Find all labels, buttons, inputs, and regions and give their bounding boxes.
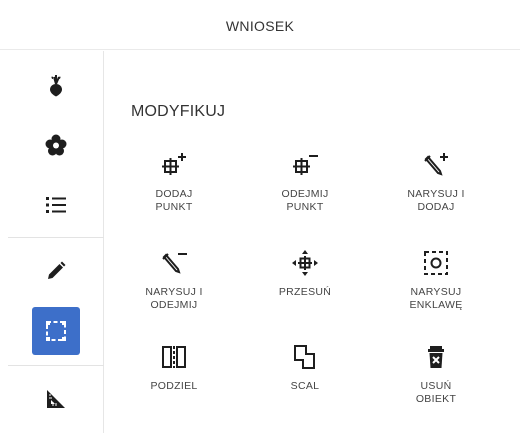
- select-area-icon: [46, 321, 66, 341]
- sidebar-item-beet[interactable]: [32, 61, 80, 109]
- tool-label: ODEJMIJ PUNKT: [281, 188, 329, 213]
- move-icon: [292, 250, 318, 276]
- modify-panel: MODYFIKUJ DODAJ PUNKT ODEJMIJ PUNKT NARY…: [104, 51, 520, 433]
- split-button[interactable]: PODZIEL: [119, 343, 229, 413]
- draw-subtract-icon: [162, 253, 187, 274]
- add-point-icon: [162, 153, 186, 175]
- delete-icon: [428, 346, 444, 368]
- draw-enclave-button[interactable]: NARYSUJ ENKLAWĘ: [381, 249, 491, 319]
- sidebar: [0, 51, 104, 433]
- delete-object-button[interactable]: USUŃ OBIEKT: [381, 343, 491, 413]
- page-title: WNIOSEK: [225, 17, 295, 34]
- split-icon: [162, 346, 186, 368]
- sidebar-item-flower[interactable]: [32, 121, 80, 169]
- pencil-icon: [48, 261, 66, 279]
- sidebar-item-list[interactable]: [32, 181, 80, 229]
- measure-icon: [47, 390, 65, 408]
- enclave-icon: [424, 251, 448, 275]
- sidebar-divider: [8, 237, 104, 238]
- tool-label: PODZIEL: [150, 380, 198, 392]
- draw-subtract-button[interactable]: NARYSUJ I ODEJMIJ: [119, 249, 229, 319]
- move-button[interactable]: PRZESUŃ: [250, 249, 360, 319]
- add-point-button[interactable]: DODAJ PUNKT: [119, 151, 229, 221]
- tool-label: NARYSUJ ENKLAWĘ: [409, 286, 463, 311]
- draw-add-button[interactable]: NARYSUJ I DODAJ: [381, 151, 491, 221]
- tool-label: PRZESUŃ: [278, 286, 332, 298]
- remove-point-icon: [293, 155, 318, 175]
- section-title: MODYFIKUJ: [131, 103, 226, 120]
- draw-add-icon: [424, 153, 448, 176]
- sidebar-item-measure[interactable]: [32, 375, 80, 423]
- sidebar-divider: [8, 365, 104, 366]
- tool-label: USUŃ OBIEKT: [415, 380, 457, 405]
- header: WNIOSEK: [0, 0, 520, 50]
- merge-icon: [294, 345, 315, 369]
- tool-label: NARYSUJ I DODAJ: [407, 188, 465, 213]
- beet-icon: [50, 75, 62, 97]
- sidebar-item-modify[interactable]: [32, 307, 80, 355]
- tool-label: DODAJ PUNKT: [155, 188, 193, 213]
- remove-point-button[interactable]: ODEJMIJ PUNKT: [250, 151, 360, 221]
- flower-icon: [45, 134, 67, 156]
- merge-button[interactable]: SCAL: [250, 343, 360, 413]
- list-icon: [46, 197, 66, 213]
- tool-label: SCAL: [290, 380, 320, 392]
- sidebar-item-edit[interactable]: [32, 247, 80, 295]
- tool-label: NARYSUJ I ODEJMIJ: [145, 286, 203, 311]
